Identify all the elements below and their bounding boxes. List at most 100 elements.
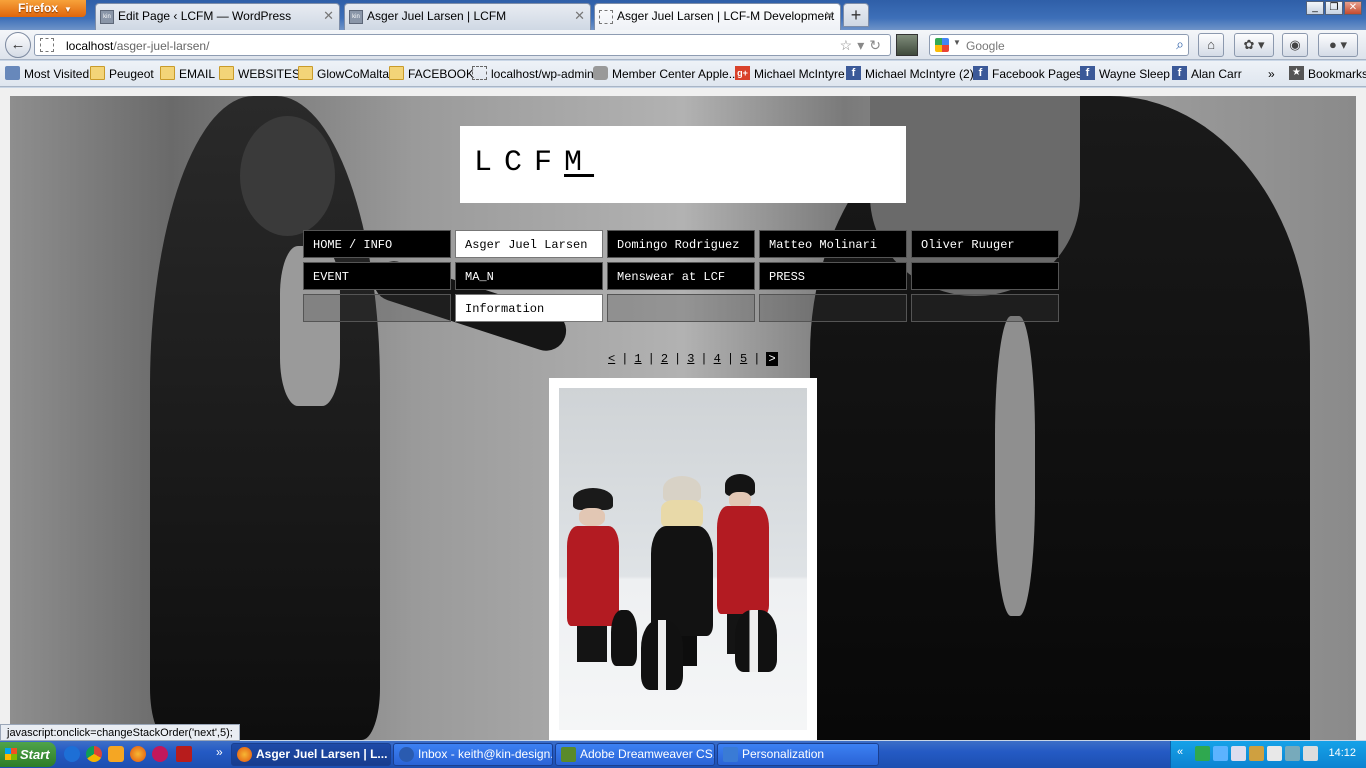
menu-domingo-rodriguez[interactable]: Domingo Rodriguez	[607, 230, 755, 258]
close-tab-icon[interactable]: ✕	[323, 4, 334, 28]
site-logo[interactable]: LCFM	[460, 126, 906, 203]
close-tab-icon[interactable]: ✕	[824, 4, 835, 28]
menu-event[interactable]: EVENT	[303, 262, 451, 290]
reload-icon[interactable]: ↻	[869, 37, 886, 53]
close-window-icon[interactable]: ✕	[1344, 1, 1362, 15]
clock[interactable]: 14:12	[1328, 747, 1356, 759]
bookmark-websites[interactable]: WEBSITES	[219, 66, 300, 81]
search-icon[interactable]: ⌕	[1176, 36, 1184, 53]
menu-matteo-molinari[interactable]: Matteo Molinari	[759, 230, 907, 258]
chrome-icon[interactable]	[86, 746, 102, 762]
task-thunderbird[interactable]: Inbox - keith@kin-design...	[393, 743, 553, 766]
menu-ma-n[interactable]: MA_N	[455, 262, 603, 290]
bookmark-facebook-pages[interactable]: f Facebook Pages	[973, 66, 1083, 81]
kin-favicon-icon: kin	[100, 10, 114, 24]
bookmark-label: Michael McIntyre	[754, 67, 845, 81]
left-model-head	[240, 116, 335, 236]
bookmark-michael-mcintyre-2[interactable]: f Michael McIntyre (2)	[846, 66, 974, 81]
pager-prev-link[interactable]: <	[608, 352, 615, 366]
bookmark-facebook[interactable]: FACEBOOK	[389, 66, 475, 81]
gallery-photo	[559, 388, 807, 730]
system-tray: « 14:12	[1170, 741, 1366, 768]
volume-icon[interactable]	[1303, 746, 1318, 761]
tab-edit-page[interactable]: kin Edit Page ‹ LCFM — WordPress ✕	[95, 3, 340, 30]
pager-page-1[interactable]: 1	[634, 352, 641, 366]
safely-remove-icon[interactable]	[1267, 746, 1282, 761]
filezilla-icon[interactable]	[176, 746, 192, 762]
pager-next-link[interactable]: >	[766, 352, 778, 366]
bookmark-wayne-sleep[interactable]: f Wayne Sleep	[1080, 66, 1170, 81]
bookmarks-star-icon: ★	[1289, 66, 1304, 80]
address-bar[interactable]: localhost/asger-juel-larsen/ ☆▾↻	[34, 34, 891, 56]
tab-asger-lcfm[interactable]: kin Asger Juel Larsen | LCFM ✕	[344, 3, 591, 30]
menu-press[interactable]: PRESS	[759, 262, 907, 290]
bookmark-michael-mcintyre[interactable]: g+ Michael McIntyre	[735, 66, 845, 81]
new-tab-button[interactable]: +	[843, 3, 869, 27]
gallery-photo-frame[interactable]	[549, 378, 817, 740]
bookmark-glowcomalta[interactable]: GlowCoMalta	[298, 66, 389, 81]
tab-asger-development[interactable]: Asger Juel Larsen | LCF-M Development ✕	[594, 3, 841, 31]
menu-empty-cell	[911, 294, 1059, 322]
skype-icon[interactable]	[1213, 746, 1228, 761]
back-button[interactable]: ←	[5, 32, 31, 58]
bookmark-label: FACEBOOK	[408, 67, 475, 81]
red-coat	[567, 526, 619, 626]
bookmarks-overflow-chevron-icon[interactable]: »	[1268, 67, 1275, 81]
task-label: Inbox - keith@kin-design...	[418, 747, 553, 761]
menu-home-info[interactable]: HOME / INFO	[303, 230, 451, 258]
utorrent-icon[interactable]	[1195, 746, 1210, 761]
itunes-icon[interactable]	[152, 746, 168, 762]
personalization-icon	[723, 747, 738, 762]
task-personalization[interactable]: Personalization	[717, 743, 879, 766]
restore-icon[interactable]: ❐	[1325, 1, 1343, 15]
bookmarks-toolbar: Most Visited Peugeot EMAIL WEBSITES Glow…	[0, 61, 1366, 87]
menu-oliver-ruuger[interactable]: Oliver Ruuger	[911, 230, 1059, 258]
extension-button[interactable]	[896, 34, 918, 56]
bookmark-star-icon[interactable]: ☆	[840, 37, 858, 53]
firefox-menu-button[interactable]: Firefox ▼	[0, 0, 86, 17]
page-icon	[472, 66, 487, 80]
pager-page-4[interactable]: 4	[714, 352, 721, 366]
quicklaunch-overflow-icon[interactable]: »	[216, 745, 223, 759]
site-identity-icon[interactable]	[40, 38, 54, 52]
minimize-icon[interactable]: _	[1306, 1, 1324, 15]
bookmark-label: Facebook Pages	[992, 67, 1083, 81]
media-player-icon[interactable]	[108, 746, 124, 762]
task-firefox[interactable]: Asger Juel Larsen | L...	[231, 743, 391, 766]
search-engine-dropdown-icon[interactable]: ▼	[953, 38, 961, 47]
history-dropdown-icon[interactable]: ▾	[857, 37, 869, 53]
folder-icon	[90, 66, 105, 80]
network-icon[interactable]	[1231, 746, 1246, 761]
internet-explorer-icon[interactable]	[64, 746, 80, 762]
printer-icon[interactable]	[1249, 746, 1264, 761]
start-button[interactable]: Start	[0, 742, 56, 767]
legs	[577, 626, 607, 662]
bookmark-apple[interactable]: Member Center Apple...	[593, 66, 739, 81]
bookmark-peugeot[interactable]: Peugeot	[90, 66, 154, 81]
bookmarks-menu-button[interactable]: ★ Bookmarks	[1289, 66, 1366, 81]
bookmark-email[interactable]: EMAIL	[160, 66, 215, 81]
task-dreamweaver[interactable]: Adobe Dreamweaver CS...	[555, 743, 715, 766]
addon-button[interactable]: ✿ ▾	[1234, 33, 1274, 57]
pager-page-2[interactable]: 2	[661, 352, 668, 366]
pager-page-5[interactable]: 5	[740, 352, 747, 366]
bookmark-alan-carr[interactable]: f Alan Carr	[1172, 66, 1242, 81]
connection-icon[interactable]	[1285, 746, 1300, 761]
google-icon[interactable]	[935, 38, 949, 52]
pager-page-3[interactable]: 3	[687, 352, 694, 366]
menu-menswear-at-lcf[interactable]: Menswear at LCF	[607, 262, 755, 290]
eye-icon[interactable]: ◉	[1282, 33, 1308, 57]
theme-button[interactable]: ● ▾	[1318, 33, 1358, 57]
firefox-icon[interactable]	[130, 746, 146, 762]
menu-asger-juel-larsen[interactable]: Asger Juel Larsen	[455, 230, 603, 258]
search-bar[interactable]: ▼ Google ⌕	[929, 34, 1189, 56]
pager-separator: |	[621, 352, 629, 366]
home-button[interactable]: ⌂	[1198, 33, 1224, 57]
tab-title: Edit Page ‹ LCFM — WordPress	[118, 9, 292, 23]
pager-separator: |	[726, 352, 735, 366]
bookmark-wp-admin[interactable]: localhost/wp-admin	[472, 66, 594, 81]
close-tab-icon[interactable]: ✕	[574, 4, 585, 28]
bookmark-most-visited[interactable]: Most Visited	[5, 66, 89, 81]
menu-information[interactable]: Information	[455, 294, 603, 322]
tray-expand-icon[interactable]: «	[1177, 746, 1192, 761]
